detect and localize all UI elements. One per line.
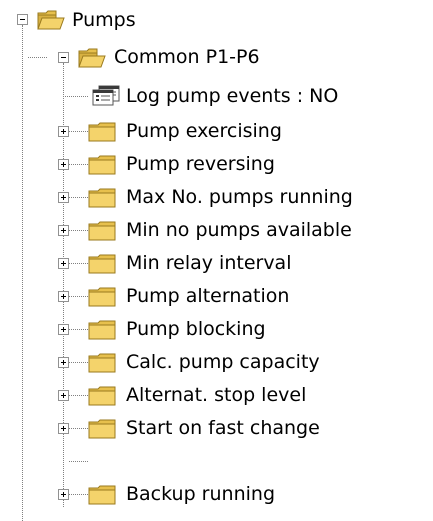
folder-closed-icon <box>88 286 118 308</box>
tree-item-label: Min relay interval <box>126 252 292 274</box>
tree-connector <box>69 395 88 396</box>
tree-connector <box>63 96 88 97</box>
tree-connector <box>69 296 88 297</box>
expand-toggle[interactable] <box>58 390 69 401</box>
tree-item-label: Pump blocking <box>126 318 266 340</box>
tree-item-label: Pump reversing <box>126 153 275 175</box>
folder-closed-icon <box>88 484 118 506</box>
tree-connector <box>69 362 88 363</box>
tree-connector <box>69 461 88 462</box>
expand-toggle[interactable] <box>58 489 69 500</box>
tree-connector <box>69 428 88 429</box>
tree-view: Pumps Common P1-P6 Log pump events : NO <box>0 0 433 521</box>
tree-item-label: Pump exercising <box>126 120 282 142</box>
expand-toggle[interactable] <box>58 258 69 269</box>
folder-closed-icon <box>88 187 118 209</box>
tree-connector <box>69 197 88 198</box>
tree-item-label: Pump alternation <box>126 285 290 307</box>
parameter-list-icon <box>88 85 122 107</box>
tree-item-label: Calc. pump capacity <box>126 351 320 373</box>
tree-item-label: Max No. pumps running <box>126 186 353 208</box>
folder-closed-icon <box>88 253 118 275</box>
collapse-toggle-common[interactable] <box>58 52 69 63</box>
tree-connector <box>69 131 88 132</box>
tree-item-label: Start on fast change <box>126 417 320 439</box>
expand-toggle[interactable] <box>58 423 69 434</box>
tree-connector <box>69 263 88 264</box>
tree-node-pumps[interactable]: Pumps <box>72 8 136 32</box>
folder-closed-icon <box>88 352 118 374</box>
tree-connector <box>28 57 47 58</box>
expand-toggle[interactable] <box>58 192 69 203</box>
folder-closed-icon <box>88 319 118 341</box>
folder-closed-icon <box>88 418 118 440</box>
expand-toggle[interactable] <box>58 357 69 368</box>
expand-toggle[interactable] <box>58 324 69 335</box>
expand-toggle[interactable] <box>58 291 69 302</box>
tree-connector <box>69 230 88 231</box>
tree-node-common[interactable]: Common P1-P6 <box>114 45 260 69</box>
expand-toggle[interactable] <box>58 126 69 137</box>
expand-toggle[interactable] <box>58 159 69 170</box>
tree-node-log-pump-events[interactable]: Log pump events : NO <box>126 84 338 108</box>
tree-guide-line-root <box>22 25 23 521</box>
tree-item-label: Min no pumps available <box>126 219 352 241</box>
folder-open-icon <box>37 9 65 31</box>
folder-closed-icon <box>88 220 118 242</box>
folder-closed-icon <box>88 121 118 143</box>
collapse-toggle-pumps[interactable] <box>17 14 28 25</box>
expand-toggle[interactable] <box>58 225 69 236</box>
tree-connector <box>69 164 88 165</box>
tree-connector <box>69 329 88 330</box>
tree-connector <box>69 494 88 495</box>
folder-closed-icon <box>88 154 118 176</box>
tree-item-label: Backup running <box>126 483 276 505</box>
tree-item-label: Alternat. stop level <box>126 384 307 406</box>
folder-closed-icon <box>88 385 118 407</box>
folder-open-icon <box>78 47 106 69</box>
